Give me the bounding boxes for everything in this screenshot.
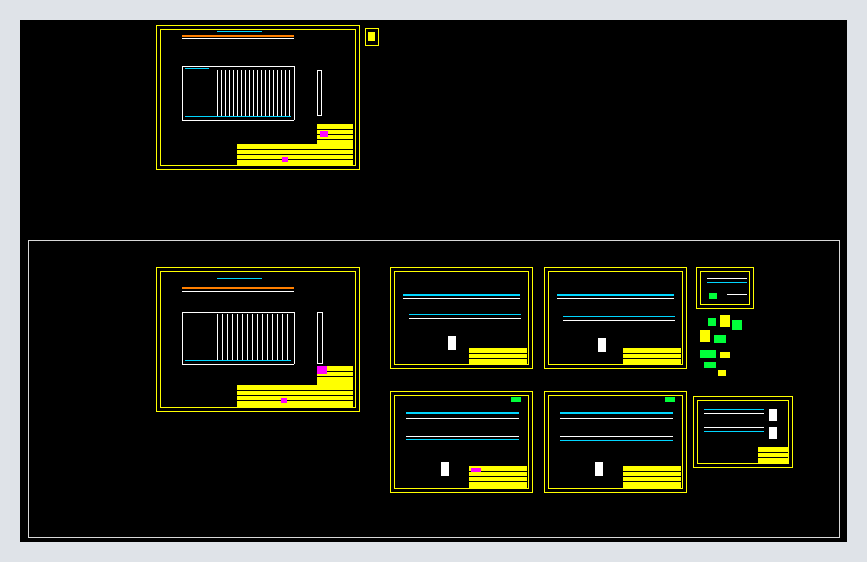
drawing-sheet-top[interactable]	[156, 25, 360, 170]
drawing-sheet-main-5[interactable]	[544, 391, 687, 493]
small-item-4[interactable]	[700, 330, 710, 342]
small-item-2[interactable]	[720, 315, 730, 327]
small-item-5[interactable]	[714, 335, 726, 343]
drawing-sheet-small-2[interactable]	[693, 396, 793, 468]
drawing-sheet-main-4[interactable]	[390, 391, 533, 493]
ucs-icon	[365, 28, 379, 46]
drawing-viewport[interactable]	[20, 20, 847, 542]
drawing-sheet-main-1[interactable]	[156, 267, 360, 412]
small-item-9[interactable]	[718, 370, 726, 376]
small-item-6[interactable]	[700, 350, 716, 358]
drawing-sheet-small-1[interactable]	[696, 267, 754, 309]
drawing-sheet-main-2[interactable]	[390, 267, 533, 369]
small-item-3[interactable]	[732, 320, 742, 330]
drawing-sheet-main-3[interactable]	[544, 267, 687, 369]
small-item-1[interactable]	[708, 318, 716, 326]
small-item-8[interactable]	[704, 362, 716, 368]
small-item-7[interactable]	[720, 352, 730, 358]
